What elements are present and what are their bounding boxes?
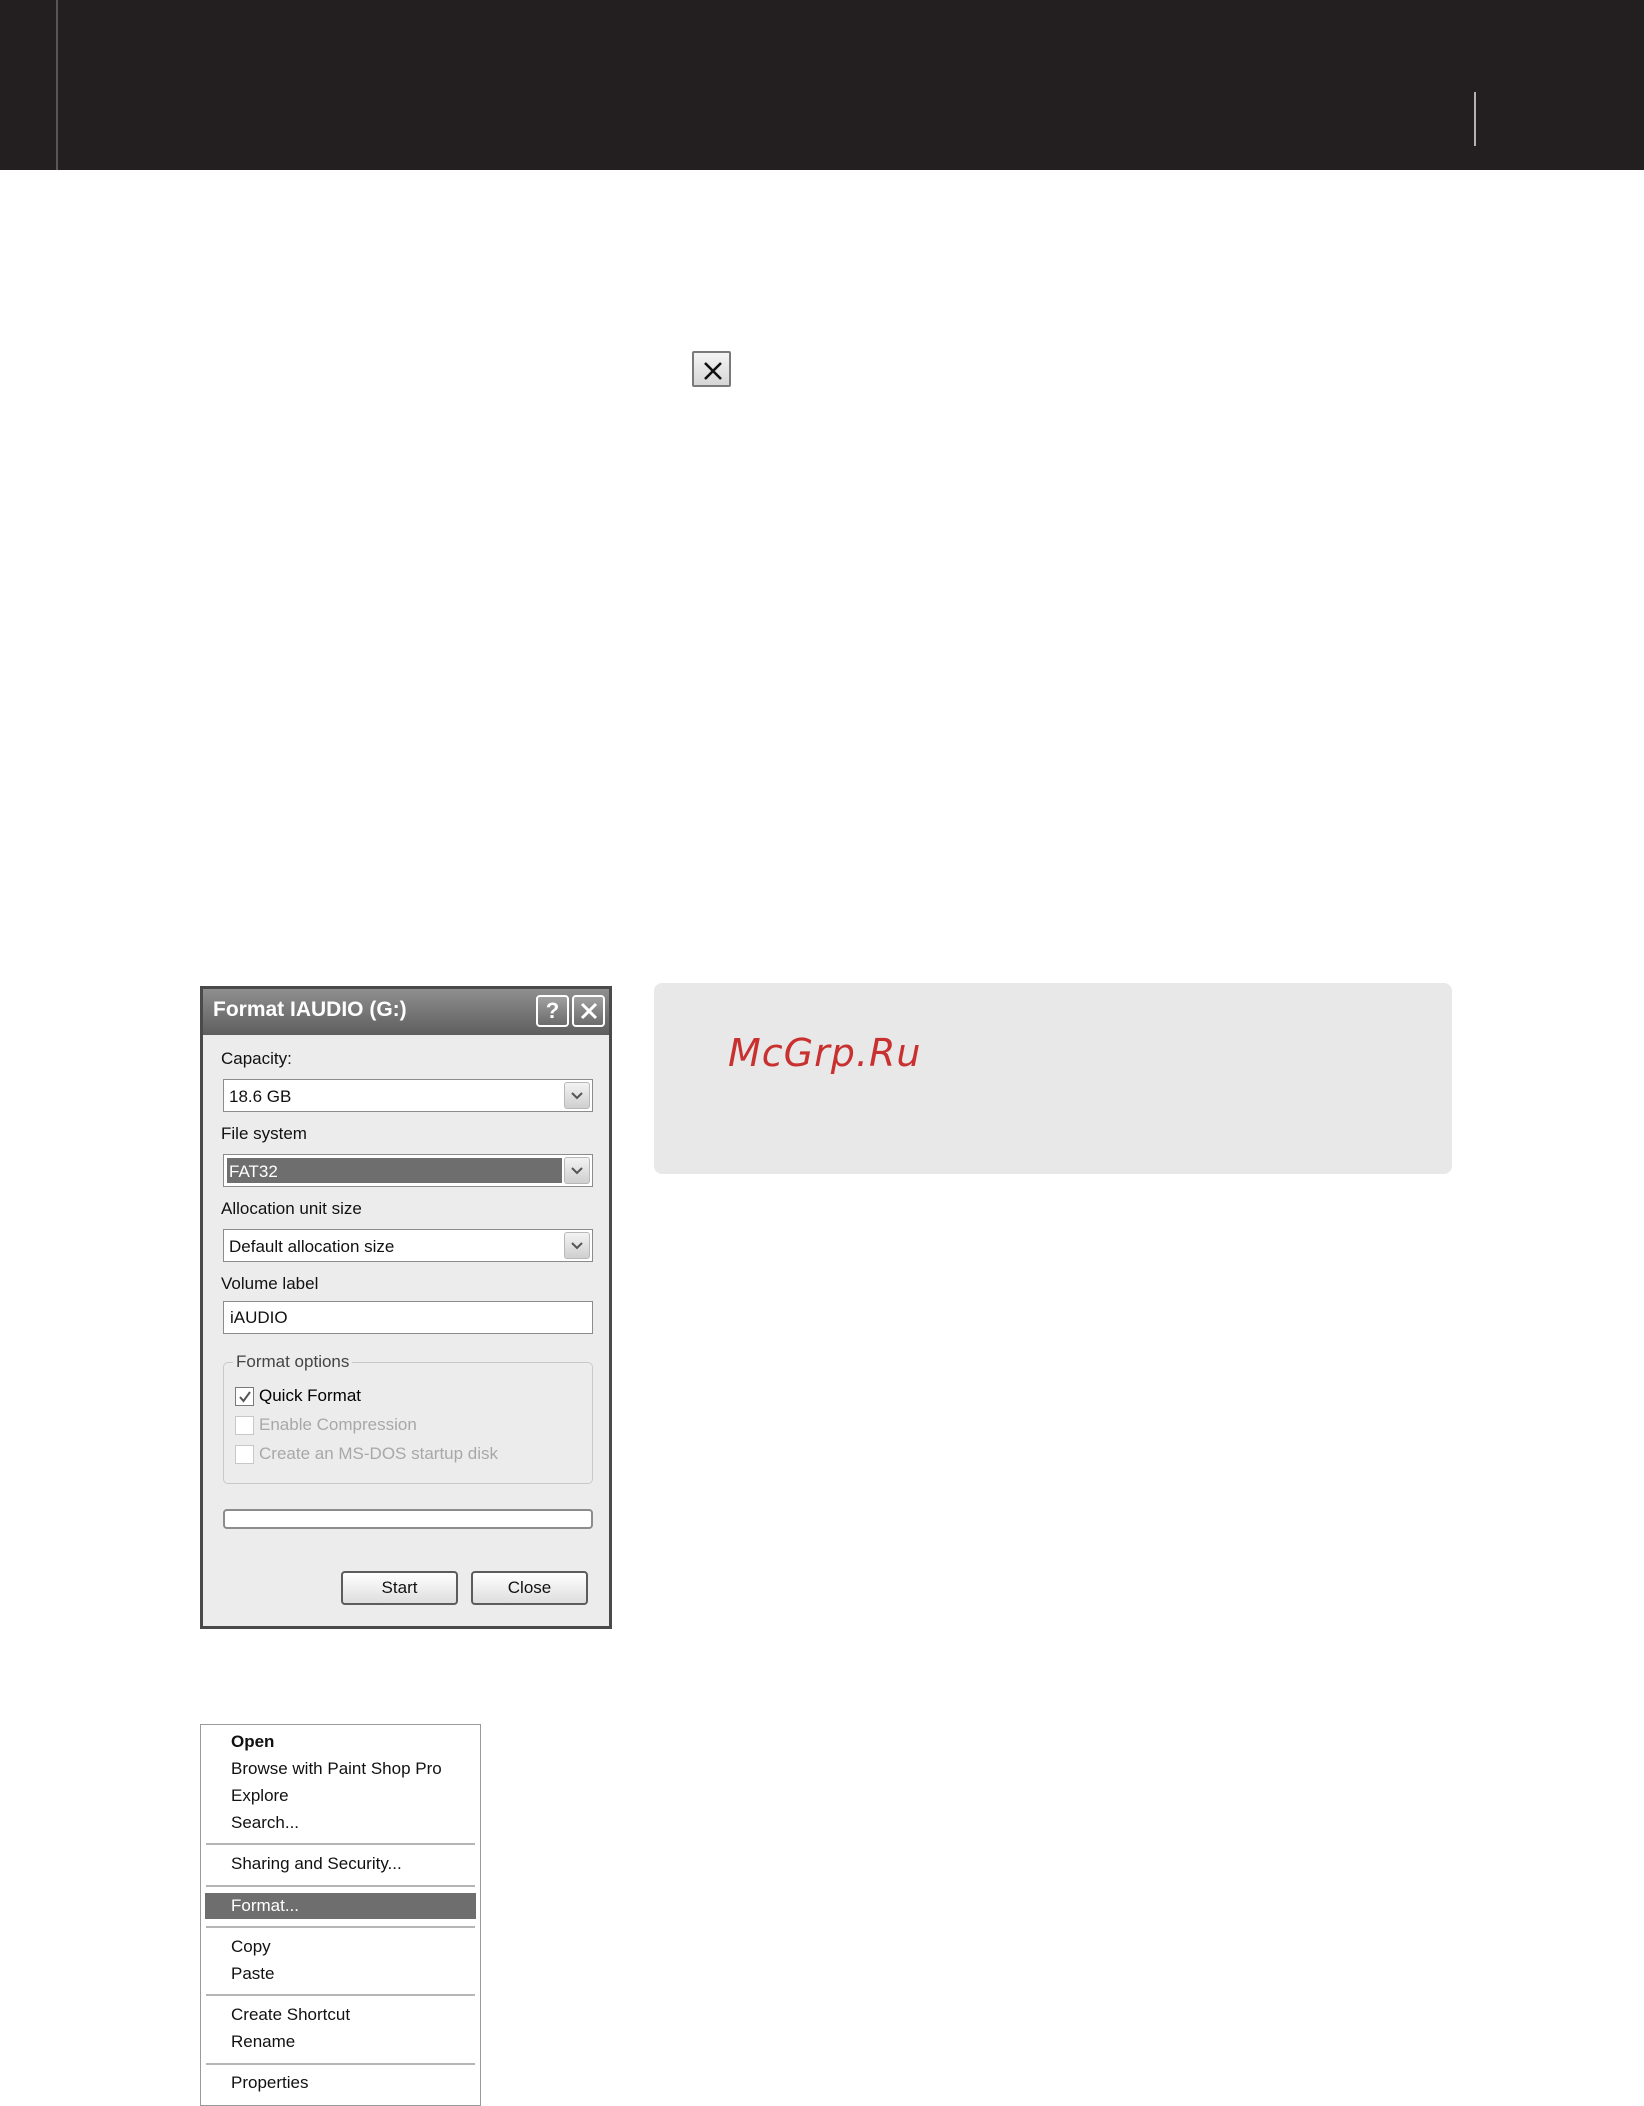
volume-label-input[interactable]: iAUDIO bbox=[223, 1301, 593, 1334]
menu-item-explore[interactable]: Explore bbox=[201, 1783, 480, 1809]
chevron-down-icon bbox=[571, 1242, 583, 1250]
menu-item-paste[interactable]: Paste bbox=[201, 1961, 480, 1987]
header-rule-left bbox=[56, 0, 58, 170]
format-options-title: Format options bbox=[233, 1352, 353, 1372]
note-box: McGrp.Ru bbox=[654, 983, 1452, 1174]
ms-dos-startup-label: Create an MS-DOS startup disk bbox=[259, 1444, 499, 1463]
enable-compression-checkbox[interactable] bbox=[235, 1415, 254, 1435]
menu-item-browse-paint-shop-pro[interactable]: Browse with Paint Shop Pro bbox=[201, 1756, 480, 1782]
close-icon bbox=[704, 362, 722, 380]
dialog-titlebar[interactable]: Format IAUDIO (G:) ? bbox=[203, 989, 609, 1035]
menu-item-copy[interactable]: Copy bbox=[201, 1934, 480, 1960]
menu-item-rename[interactable]: Rename bbox=[201, 2029, 480, 2055]
format-dialog: Format IAUDIO (G:) ? Capacity: 18.6 GB F… bbox=[200, 986, 612, 1629]
ms-dos-startup-checkbox[interactable] bbox=[235, 1444, 254, 1464]
menu-item-label: Create Shortcut bbox=[231, 2005, 351, 2024]
start-button[interactable]: Start bbox=[341, 1571, 458, 1605]
menu-item-label: Open bbox=[231, 1732, 275, 1751]
watermark-text: McGrp.Ru bbox=[728, 1031, 922, 1075]
menu-item-search[interactable]: Search... bbox=[201, 1810, 480, 1836]
volume-label-label: Volume label bbox=[221, 1274, 319, 1293]
dialog-title: Format IAUDIO (G:) bbox=[213, 998, 407, 1021]
context-menu: Open Browse with Paint Shop Pro Explore … bbox=[200, 1724, 481, 2106]
allocation-unit-label: Allocation unit size bbox=[221, 1199, 362, 1218]
file-system-value: FAT32 bbox=[229, 1162, 278, 1181]
format-options-group: Format options Quick Format Enable Compr… bbox=[223, 1352, 593, 1484]
close-button[interactable]: Close bbox=[471, 1571, 588, 1605]
menu-item-label: Rename bbox=[231, 2032, 296, 2051]
enable-compression-option[interactable]: Enable Compression bbox=[235, 1414, 417, 1436]
capacity-value: 18.6 GB bbox=[229, 1087, 292, 1106]
menu-item-format[interactable]: Format... bbox=[201, 1893, 480, 1919]
menu-item-label: Copy bbox=[231, 1937, 271, 1956]
close-window-icon bbox=[692, 351, 731, 387]
menu-separator bbox=[206, 1994, 475, 1996]
menu-item-label: Sharing and Security... bbox=[231, 1854, 402, 1873]
menu-item-label: Paste bbox=[231, 1964, 275, 1983]
chevron-down-icon bbox=[571, 1092, 583, 1100]
quick-format-option[interactable]: Quick Format bbox=[235, 1385, 361, 1407]
header-rule-right bbox=[1474, 92, 1476, 146]
help-button[interactable]: ? bbox=[536, 995, 569, 1027]
allocation-dropdown-button[interactable] bbox=[564, 1232, 590, 1259]
top-header-band bbox=[0, 0, 1644, 170]
capacity-dropdown-button[interactable] bbox=[564, 1082, 590, 1109]
format-progress-bar bbox=[223, 1509, 593, 1529]
menu-separator bbox=[206, 1843, 475, 1845]
ms-dos-startup-option[interactable]: Create an MS-DOS startup disk bbox=[235, 1443, 498, 1465]
checkmark-icon bbox=[239, 1390, 251, 1403]
menu-item-label: Browse with Paint Shop Pro bbox=[231, 1759, 442, 1778]
menu-item-properties[interactable]: Properties bbox=[201, 2070, 480, 2096]
help-icon: ? bbox=[545, 998, 560, 1023]
file-system-select[interactable]: FAT32 bbox=[223, 1154, 593, 1187]
menu-item-label: Format... bbox=[231, 1896, 300, 1915]
allocation-unit-select[interactable]: Default allocation size bbox=[223, 1229, 593, 1262]
menu-item-label: Explore bbox=[231, 1786, 289, 1805]
menu-item-open[interactable]: Open bbox=[201, 1729, 480, 1755]
menu-separator bbox=[206, 1885, 475, 1887]
menu-item-create-shortcut[interactable]: Create Shortcut bbox=[201, 2002, 480, 2028]
capacity-select[interactable]: 18.6 GB bbox=[223, 1079, 593, 1112]
file-system-dropdown-button[interactable] bbox=[564, 1157, 590, 1184]
chevron-down-icon bbox=[571, 1167, 583, 1175]
menu-item-label: Search... bbox=[231, 1813, 300, 1832]
close-icon bbox=[580, 1002, 597, 1020]
menu-item-label: Properties bbox=[231, 2073, 309, 2092]
menu-item-sharing-security[interactable]: Sharing and Security... bbox=[201, 1851, 480, 1877]
quick-format-checkbox[interactable] bbox=[235, 1386, 254, 1406]
enable-compression-label: Enable Compression bbox=[259, 1415, 417, 1434]
quick-format-label: Quick Format bbox=[259, 1386, 362, 1405]
allocation-unit-value: Default allocation size bbox=[229, 1237, 395, 1256]
dialog-close-button[interactable] bbox=[572, 995, 605, 1027]
capacity-label: Capacity: bbox=[221, 1049, 292, 1068]
file-system-label: File system bbox=[221, 1124, 307, 1143]
menu-separator bbox=[206, 1926, 475, 1928]
menu-separator bbox=[206, 2063, 475, 2065]
